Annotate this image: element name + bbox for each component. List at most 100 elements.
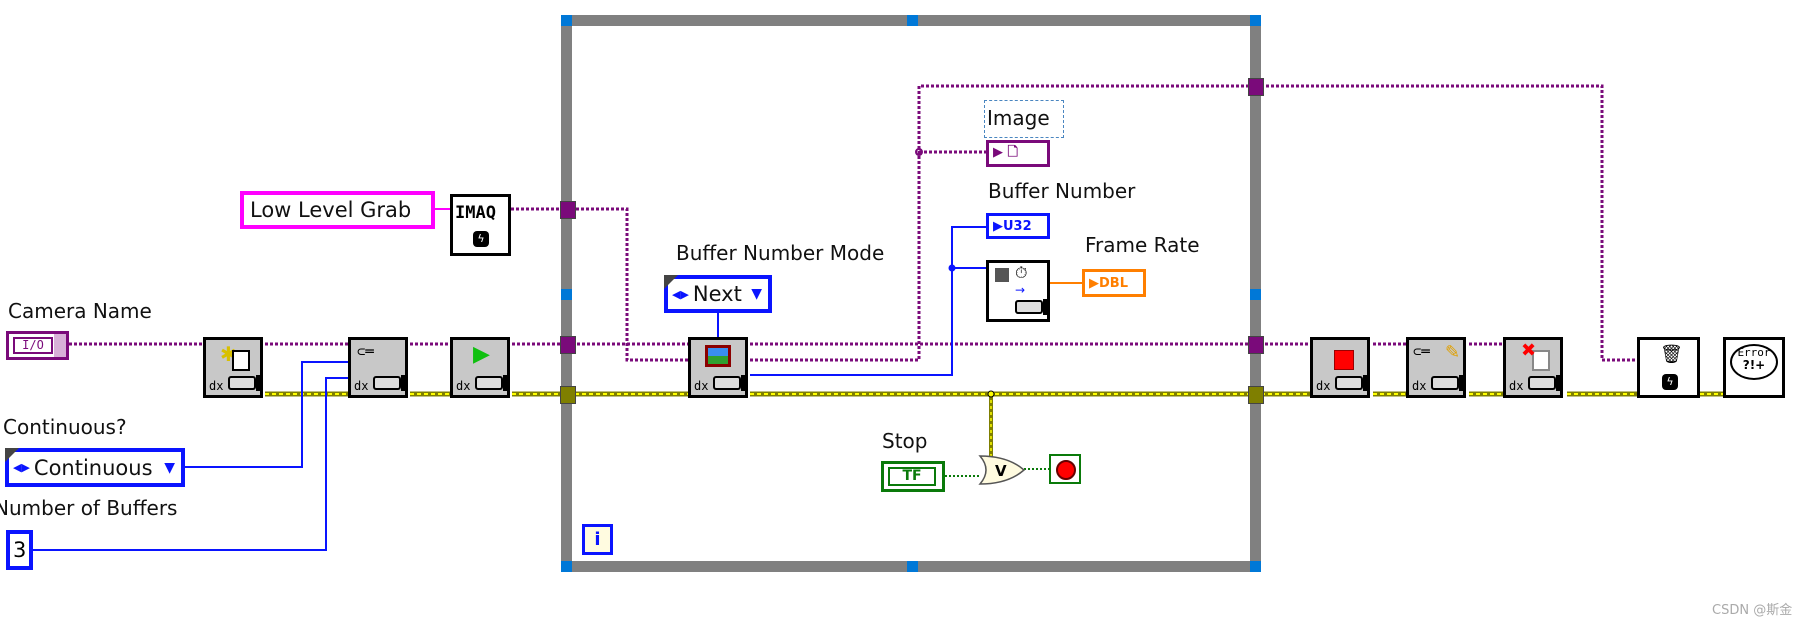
resize-handle[interactable]: [1250, 289, 1261, 300]
imaq-text: IMAQ: [455, 203, 496, 223]
buffer-number-mode-label: Buffer Number Mode: [676, 241, 885, 265]
resize-handle[interactable]: [561, 15, 572, 26]
tunnel-session: [560, 336, 576, 354]
imaqdx-open-camera-node[interactable]: ✱ dx: [203, 337, 263, 398]
resize-handle[interactable]: [1250, 561, 1261, 572]
iteration-terminal: i: [582, 524, 613, 555]
camera-icon: [373, 375, 408, 391]
wrench-icon: ⊂═: [1413, 344, 1430, 360]
frame-rate-label: Frame Rate: [1085, 233, 1200, 257]
dx-text: dx: [354, 379, 369, 393]
io-text: I/O: [13, 337, 53, 354]
terminal-arrow-icon: ▶: [1089, 275, 1099, 291]
imaqdx-start-acquisition-node[interactable]: ▶ dx: [450, 337, 510, 398]
tf-text: TF: [888, 467, 936, 486]
terminal-arrow-icon: ▶: [993, 218, 1003, 234]
camera-name-control[interactable]: I/O: [6, 331, 69, 360]
lightning-icon: ϟ: [1662, 374, 1678, 390]
camera-icon: [1015, 299, 1050, 315]
eraser-icon: ✎: [1445, 342, 1461, 363]
dx-text: dx: [1509, 379, 1524, 393]
watermark: CSDN @斯金: [1712, 603, 1793, 618]
imaqdx-get-image-node[interactable]: dx: [688, 337, 748, 398]
camera-name-label: Camera Name: [8, 299, 152, 323]
imaqdx-close-camera-node[interactable]: ✖ dx: [1503, 337, 1563, 398]
resize-handle[interactable]: [907, 15, 918, 26]
imaq-create-node[interactable]: IMAQ ϟ: [450, 194, 511, 256]
close-x-icon: ✖: [1521, 340, 1537, 361]
buffer-number-mode-enum[interactable]: ◀▶ Next ▼: [664, 275, 772, 313]
terminal-arrow-icon: [54, 334, 66, 357]
resize-handle[interactable]: [561, 289, 572, 300]
camera-icon: [475, 375, 510, 391]
play-icon: ▶: [473, 342, 490, 367]
arrow-icon: →: [1015, 283, 1026, 297]
buffer-number-mode-value: Next: [692, 282, 742, 306]
tunnel-image: [1248, 78, 1264, 96]
image-wire: [750, 84, 1637, 362]
continuous-label: Continuous?: [3, 415, 127, 439]
stopwatch-icon: ⏱: [1015, 263, 1028, 282]
camera-icon: [1528, 375, 1563, 391]
imaqdx-stop-acquisition-node[interactable]: dx: [1310, 337, 1370, 398]
session-wire-lowlevel: [511, 207, 688, 362]
dropdown-arrow-icon[interactable]: ▼: [164, 460, 175, 476]
continuous-enum[interactable]: ◀▶ Continuous ▼: [5, 448, 185, 487]
camera-icon: [1335, 375, 1370, 391]
imaq-dispose-node[interactable]: 🗑 ϟ: [1637, 337, 1700, 398]
buffer-number-indicator[interactable]: ▶ U32: [986, 213, 1050, 239]
stop-square-icon: [1334, 350, 1354, 370]
dx-text: dx: [456, 379, 471, 393]
dx-text: dx: [694, 379, 709, 393]
tunnel-session: [560, 201, 576, 219]
or-gate-icon[interactable]: V: [978, 452, 1026, 488]
u32-type: U32: [1003, 218, 1032, 234]
increment-arrows-icon[interactable]: ◀▶: [672, 288, 689, 301]
resize-handle[interactable]: [907, 561, 918, 572]
resize-handle[interactable]: [1250, 15, 1261, 26]
buffer-number-label: Buffer Number: [988, 179, 1136, 203]
imaqdx-unconfigure-node[interactable]: ⊂═ ✎ dx: [1406, 337, 1466, 398]
block-diagram: i Camera Name I/O Continuous? ◀▶ Continu…: [0, 0, 1794, 619]
wrench-icon: ⊂═: [357, 344, 374, 360]
stop-if-true-icon: [1056, 460, 1076, 480]
image-indicator[interactable]: ▶ 🗋: [986, 140, 1050, 167]
trash-icon: 🗑: [1660, 344, 1683, 365]
stop-control[interactable]: TF: [881, 461, 945, 492]
continuous-value: Continuous: [33, 455, 153, 480]
loop-condition-terminal[interactable]: [1049, 454, 1081, 484]
svg-text:V: V: [995, 462, 1007, 480]
camera-icon: [1431, 375, 1466, 391]
number-of-buffers-constant[interactable]: 3: [6, 530, 33, 570]
camera-icon: [713, 375, 748, 391]
error-symbols: ?!+: [1742, 358, 1766, 372]
low-level-grab-constant[interactable]: Low Level Grab: [240, 191, 435, 229]
corner-marker: [664, 275, 678, 289]
stop-label: Stop: [882, 429, 928, 453]
image-label: Image: [984, 100, 1064, 138]
dx-text: dx: [1316, 379, 1331, 393]
lightning-icon: ϟ: [473, 231, 489, 247]
dropdown-arrow-icon[interactable]: ▼: [751, 286, 762, 302]
tunnel-error: [1248, 386, 1264, 404]
wires: [33, 84, 1723, 551]
tunnel-session: [1248, 336, 1264, 354]
dx-text: dx: [209, 379, 224, 393]
terminal-arrow-icon: ▶ 🗋: [993, 144, 1018, 160]
number-of-buffers-label: Number of Buffers: [0, 496, 178, 520]
corner-marker: [5, 448, 19, 462]
dx-text: dx: [1412, 379, 1427, 393]
frame-rate-node[interactable]: ⏱ →: [986, 260, 1050, 322]
image-icon: [705, 345, 731, 367]
tunnel-error: [560, 386, 576, 404]
document-icon: [232, 350, 250, 371]
square-icon: [995, 268, 1009, 282]
speech-bubble-icon: Error ?!+: [1730, 344, 1778, 380]
camera-icon: [228, 375, 263, 391]
increment-arrows-icon[interactable]: ◀▶: [13, 461, 30, 474]
imaqdx-configure-grab-node[interactable]: ⊂═ dx: [348, 337, 408, 398]
dbl-type: DBL: [1099, 275, 1128, 291]
resize-handle[interactable]: [561, 561, 572, 572]
simple-error-handler-node[interactable]: Error ?!+: [1723, 337, 1785, 398]
frame-rate-indicator[interactable]: ▶ DBL: [1082, 269, 1146, 297]
